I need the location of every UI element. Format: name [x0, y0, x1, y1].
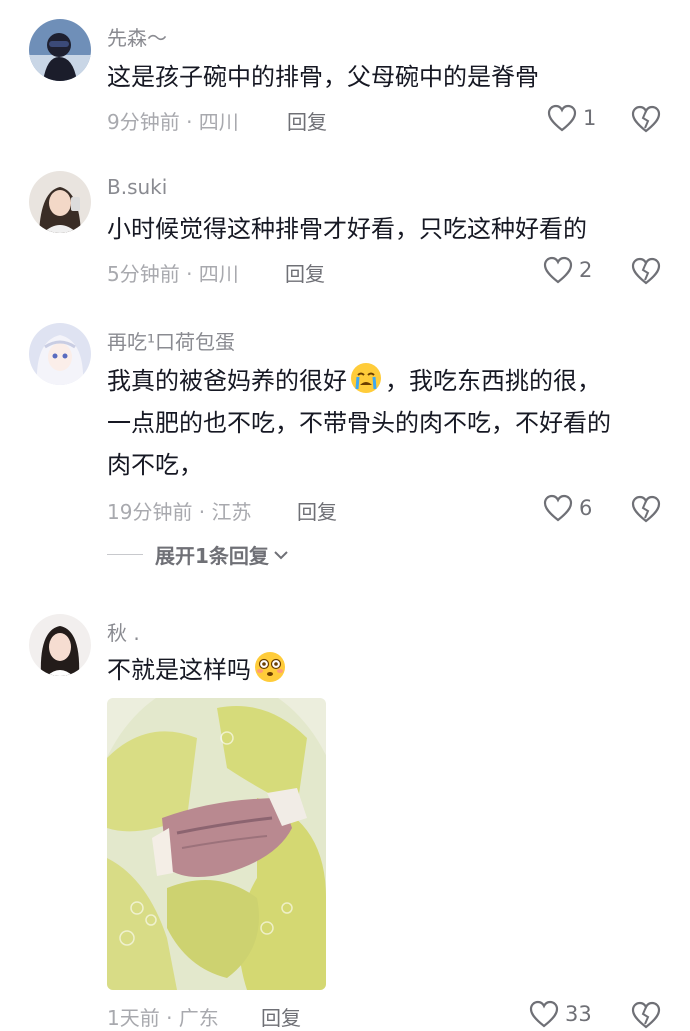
comment-text: 我真的被爸妈养的很好 ，我吃东西挑的很， 一点肥的也不吃，不带骨头的肉不吃，不好看…	[107, 360, 667, 486]
comment-meta: 5分钟前 · 四川	[107, 262, 239, 286]
broken-heart-icon	[631, 105, 661, 133]
comment-text: 这是孩子碗中的排骨，父母碗中的是脊骨	[107, 63, 539, 91]
dislike-button[interactable]	[630, 494, 662, 524]
reply-button[interactable]: 回复	[285, 258, 325, 287]
dislike-button[interactable]	[630, 256, 662, 286]
expand-replies-button[interactable]: 展开1条回复	[107, 540, 289, 569]
divider	[107, 554, 143, 555]
broken-heart-icon	[631, 257, 661, 285]
like-count: 33	[565, 1002, 592, 1026]
heart-icon	[547, 104, 577, 132]
comment-meta: 9分钟前 · 四川	[107, 110, 239, 134]
like-button[interactable]: 2	[543, 256, 592, 284]
dislike-button[interactable]	[630, 104, 662, 134]
comment-text: 小时候觉得这种排骨才好看，只吃这种好看的	[107, 215, 587, 243]
username[interactable]: 再吃¹口荷包蛋	[107, 326, 235, 355]
flushed-face-emoji-icon	[255, 652, 285, 682]
comment-text-part: ，我吃东西挑的很，	[385, 367, 601, 395]
like-button[interactable]: 6	[543, 494, 592, 522]
comment-text: 不就是这样吗	[107, 649, 667, 691]
username[interactable]: 秋 .	[107, 617, 140, 646]
username[interactable]: B.suki	[107, 175, 167, 199]
username[interactable]: 先森～	[107, 22, 167, 51]
expand-replies-label: 展开1条回复	[155, 544, 269, 568]
comment-text-part: 肉不吃，	[107, 451, 203, 479]
like-count: 6	[579, 496, 593, 520]
comment-text-part: 不就是这样吗	[107, 656, 251, 684]
comment-meta: 1天前 · 广东	[107, 1006, 219, 1030]
comment-meta: 19分钟前 · 江苏	[107, 500, 252, 524]
avatar[interactable]	[29, 323, 91, 385]
like-button[interactable]: 33	[529, 1000, 592, 1028]
crying-face-emoji-icon	[351, 363, 381, 393]
like-count: 1	[583, 106, 597, 130]
comment-photo[interactable]	[107, 698, 326, 990]
avatar-person-dark-icon	[29, 19, 91, 81]
heart-icon	[529, 1000, 559, 1028]
avatar[interactable]	[29, 19, 91, 81]
avatar-woman-portrait-icon	[29, 614, 91, 676]
reply-button[interactable]: 回复	[297, 496, 337, 525]
soup-rib-photo-icon	[107, 698, 326, 990]
comment-text-part: 一点肥的也不吃，不带骨头的肉不吃，不好看的	[107, 409, 611, 437]
avatar-woman-selfie-icon	[29, 171, 91, 233]
heart-icon	[543, 256, 573, 284]
avatar[interactable]	[29, 171, 91, 233]
reply-button[interactable]: 回复	[287, 106, 327, 135]
like-count: 2	[579, 258, 593, 282]
reply-button[interactable]: 回复	[261, 1002, 301, 1031]
chevron-down-icon	[274, 550, 288, 559]
like-button[interactable]: 1	[547, 104, 596, 132]
avatar-anime-girl-icon	[29, 323, 91, 385]
comment-text-part: 我真的被爸妈养的很好	[107, 367, 347, 395]
heart-icon	[543, 494, 573, 522]
broken-heart-icon	[631, 495, 661, 523]
avatar[interactable]	[29, 614, 91, 676]
